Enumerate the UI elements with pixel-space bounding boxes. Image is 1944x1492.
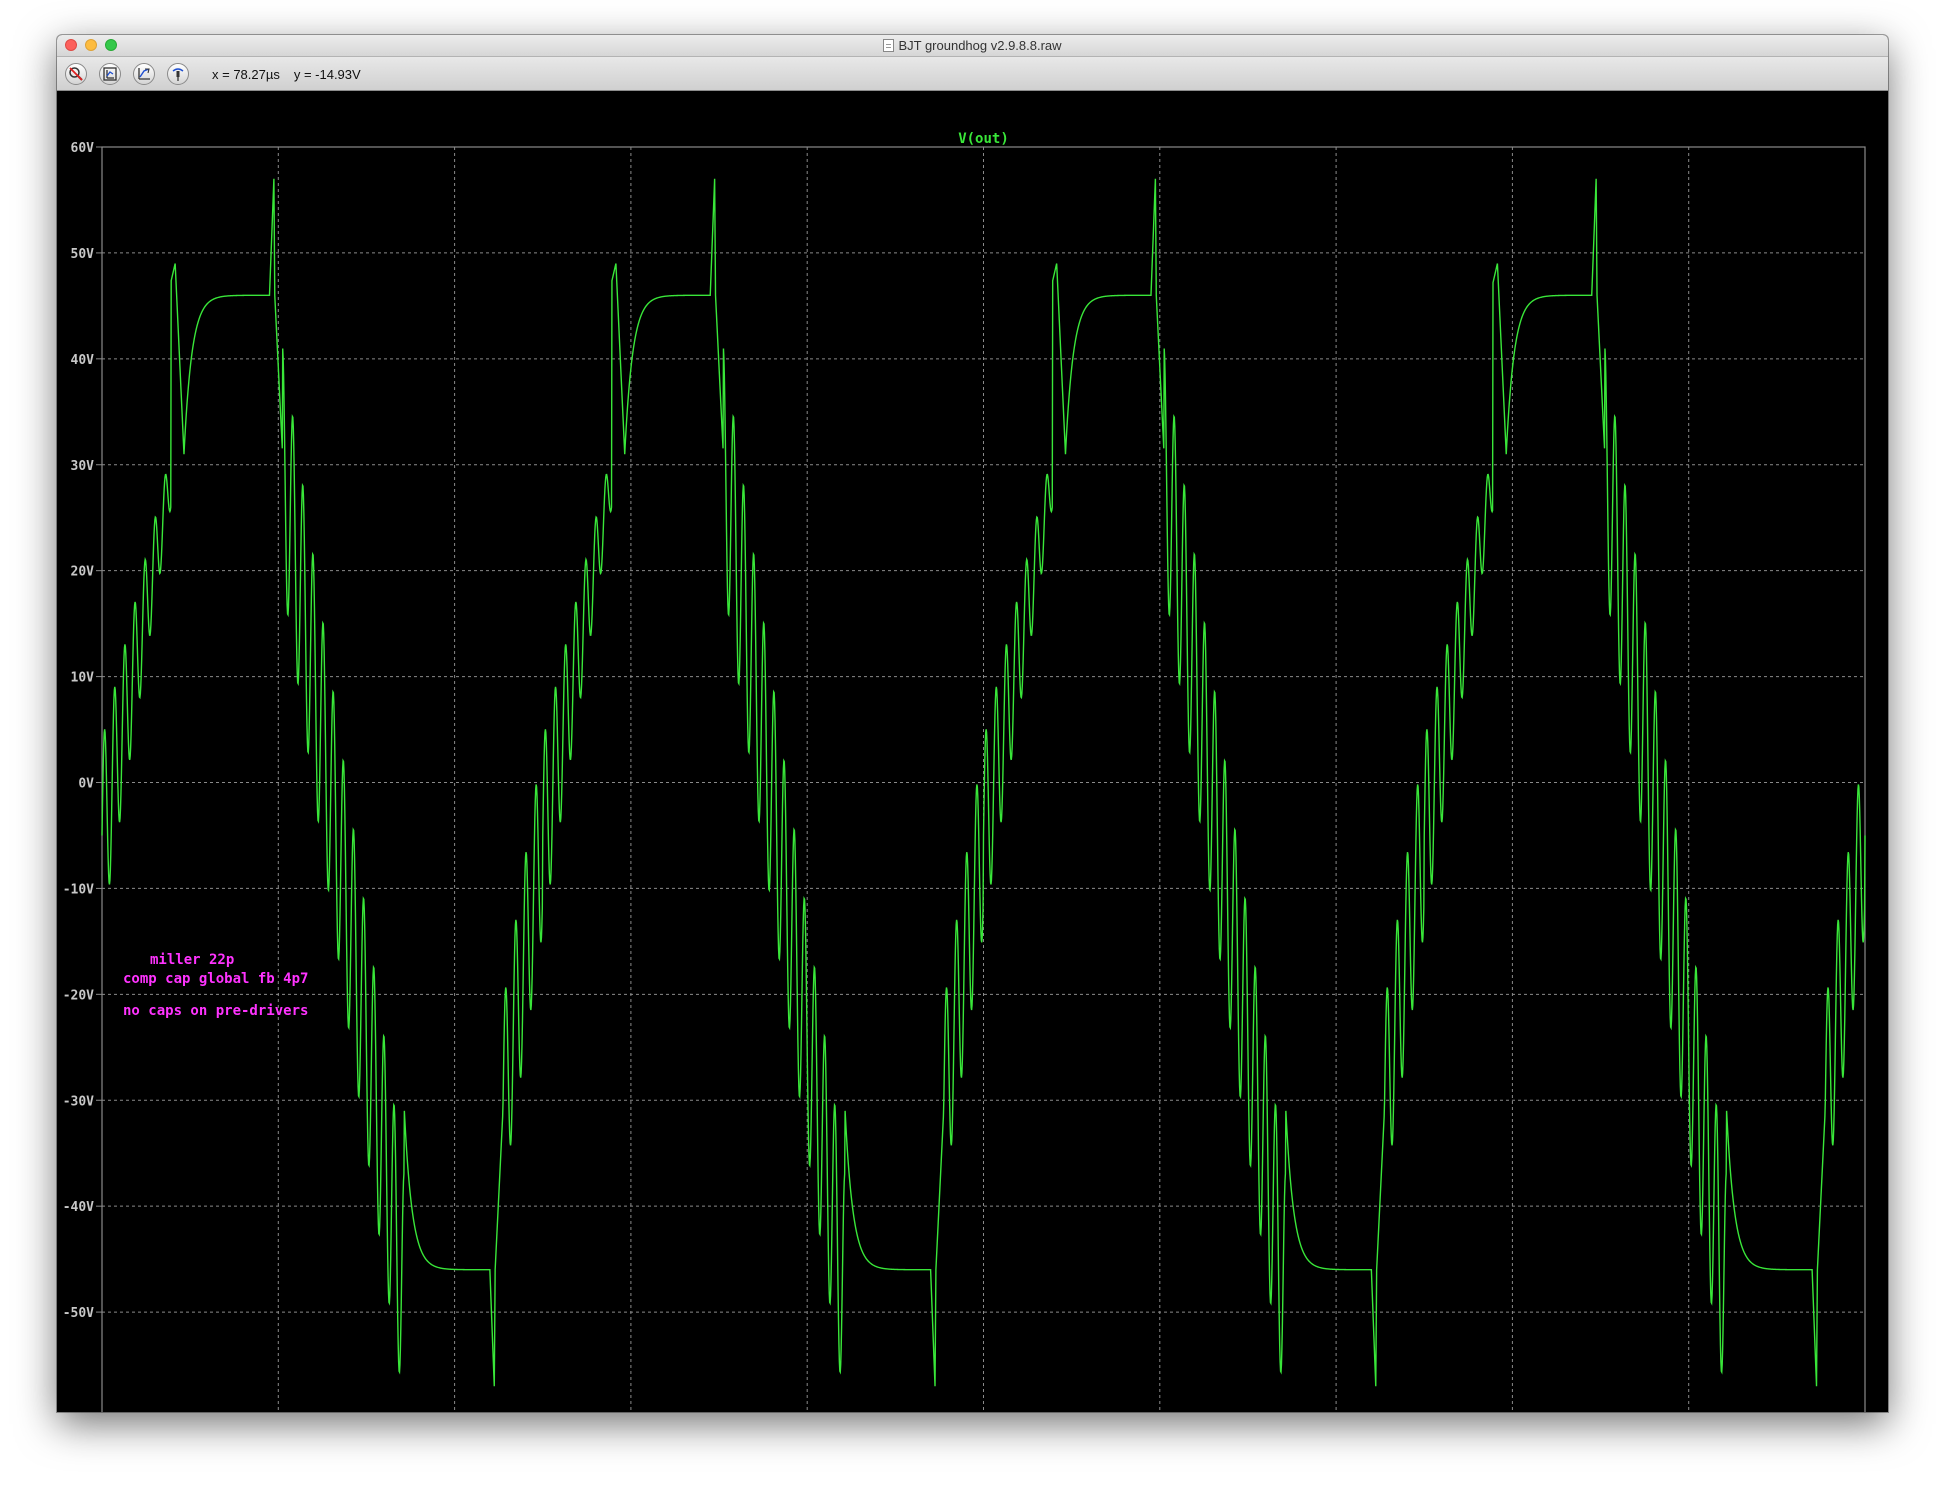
- probe-icon: [172, 68, 184, 81]
- document-icon: [883, 39, 895, 52]
- zoom-extents-icon: [103, 67, 117, 81]
- cursor-y-readout: y = -14.93V: [293, 67, 361, 82]
- zoom-extents-button[interactable]: [99, 63, 121, 85]
- y-tick-label: -50V: [63, 1306, 94, 1321]
- waveform-window: BJT groundhog v2.9.8.8.raw x = 78.27µs y…: [57, 35, 1888, 1412]
- waveform-plot[interactable]: 60V 50V 40V 30V 20V 10V 0V -10V -20V -30V -40V -50V…: [57, 91, 1888, 1412]
- title-bar[interactable]: BJT groundhog v2.9.8.8.raw: [57, 35, 1888, 57]
- toolbar: x = 78.27µs y = -14.93V: [57, 57, 1888, 91]
- window-title: BJT groundhog v2.9.8.8.raw: [898, 38, 1062, 53]
- autorange-button[interactable]: [133, 63, 155, 85]
- annotation-comp-cap[interactable]: comp cap global fb 4p7: [123, 971, 308, 987]
- y-tick-label: 10V: [71, 671, 95, 686]
- y-tick-label: 30V: [71, 459, 95, 474]
- y-tick-label: -20V: [63, 988, 94, 1003]
- window-title-wrap: BJT groundhog v2.9.8.8.raw: [57, 38, 1888, 53]
- y-tick-label: 20V: [71, 565, 95, 580]
- y-tick-label: 0V: [78, 777, 94, 792]
- plot-area[interactable]: 60V 50V 40V 30V 20V 10V 0V -10V -20V -30V -40V -50V…: [57, 91, 1888, 1412]
- zoom-cancel-icon: [69, 67, 83, 81]
- cursor-readout: x = 78.27µs y = -14.93V: [212, 67, 375, 82]
- y-axis-tick-labels: 60V 50V 40V 30V 20V 10V 0V -10V -20V -30V -40V -50V…: [63, 141, 95, 1321]
- y-tick-label: -40V: [63, 1200, 94, 1215]
- annotation-miller[interactable]: miller 22p: [150, 952, 234, 968]
- cursor-x-readout: x = 78.27µs: [212, 67, 280, 82]
- y-tick-label: -30V: [63, 1094, 94, 1109]
- autorange-icon: [138, 68, 150, 80]
- y-tick-label: 40V: [71, 353, 95, 368]
- annotation-no-caps[interactable]: no caps on pre-drivers: [123, 1003, 308, 1019]
- probe-button[interactable]: [167, 63, 189, 85]
- y-tick-label: -10V: [63, 882, 94, 897]
- zoom-cancel-button[interactable]: [65, 63, 87, 85]
- y-tick-label: 60V: [71, 141, 95, 156]
- y-tick-label: 50V: [71, 247, 95, 262]
- trace-label-vout[interactable]: V(out): [958, 131, 1009, 147]
